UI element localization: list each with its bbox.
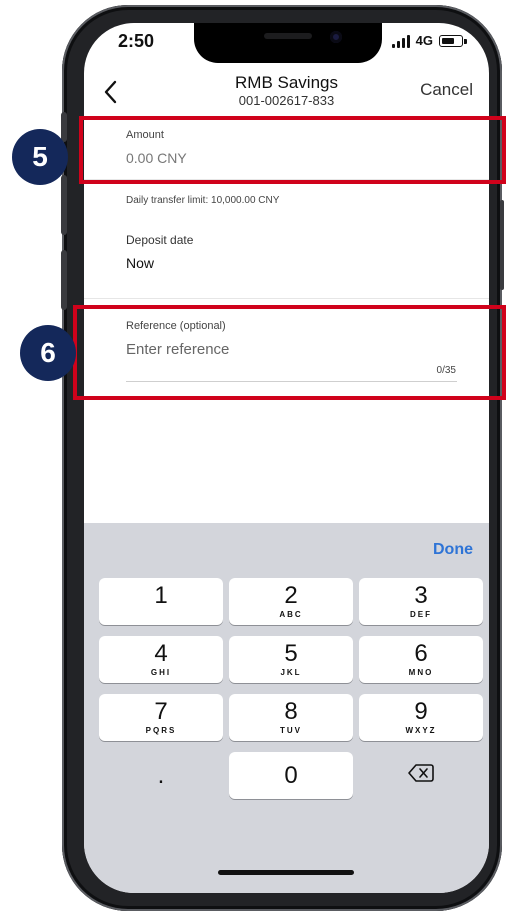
key-letters: DEF: [410, 609, 432, 619]
key-9[interactable]: 9 WXYZ: [359, 694, 483, 741]
key-digit: 6: [414, 639, 428, 667]
cancel-button[interactable]: Cancel: [420, 80, 473, 100]
key-digit: 2: [284, 581, 298, 609]
key-letters: JKL: [280, 667, 302, 677]
backspace-icon: [408, 763, 434, 788]
key-digit: 4: [154, 639, 168, 667]
status-indicators: 4G: [391, 33, 467, 48]
key-digit: 5: [284, 639, 298, 667]
key-1[interactable]: 1: [99, 578, 223, 625]
key-3[interactable]: 3 DEF: [359, 578, 483, 625]
key-digit: .: [157, 761, 165, 789]
power-button: [500, 200, 504, 290]
volume-up-button: [61, 175, 67, 235]
key-letters: TUV: [280, 725, 302, 735]
numeric-keypad: Done 1 2 ABC 3 DEF 4 GHI 5 JKL 6 MNO 7 PQRS 8T…: [84, 523, 489, 893]
status-time: 2:50: [118, 31, 155, 51]
mute-switch: [61, 112, 67, 142]
annotation-box-6: [73, 305, 506, 400]
key-7[interactable]: 7 PQRS: [99, 694, 223, 741]
annotation-badge-5: 5: [12, 129, 68, 185]
deposit-date-label: Deposit date: [126, 233, 194, 247]
key-digit: 8: [284, 697, 298, 725]
key-digit: 7: [154, 697, 168, 725]
speaker-grille: [264, 33, 312, 39]
volume-down-button: [61, 250, 67, 310]
network-type: 4G: [415, 33, 433, 48]
done-button[interactable]: Done: [433, 541, 473, 559]
home-indicator[interactable]: [218, 870, 354, 875]
annotation-box-5: [79, 116, 506, 184]
key-8[interactable]: 8 TUV: [229, 694, 353, 741]
deposit-date-value[interactable]: Now: [126, 255, 154, 271]
key-letters: PQRS: [145, 725, 177, 735]
key-digit: 0: [284, 761, 298, 789]
key-letters: ABC: [279, 609, 303, 619]
annotation-badge-6: 6: [20, 325, 76, 381]
notch: [194, 23, 382, 63]
key-5[interactable]: 5 JKL: [229, 636, 353, 683]
key-letters: MNO: [408, 667, 434, 677]
deposit-date-divider: [84, 298, 489, 299]
key-letters: WXYZ: [405, 725, 437, 735]
key-decimal[interactable]: .: [99, 752, 223, 799]
key-6[interactable]: 6 MNO: [359, 636, 483, 683]
key-4[interactable]: 4 GHI: [99, 636, 223, 683]
key-2[interactable]: 2 ABC: [229, 578, 353, 625]
key-letters: GHI: [150, 667, 172, 677]
key-digit: 3: [414, 581, 428, 609]
daily-limit-text: Daily transfer limit: 10,000.00 CNY: [126, 195, 280, 206]
battery-icon: [439, 34, 467, 47]
key-digit: 1: [154, 581, 168, 609]
backspace-key[interactable]: [359, 752, 483, 799]
front-camera: [330, 31, 342, 43]
key-digit: 9: [414, 697, 428, 725]
key-0[interactable]: 0: [229, 752, 353, 799]
cellular-signal-icon: [391, 34, 410, 48]
